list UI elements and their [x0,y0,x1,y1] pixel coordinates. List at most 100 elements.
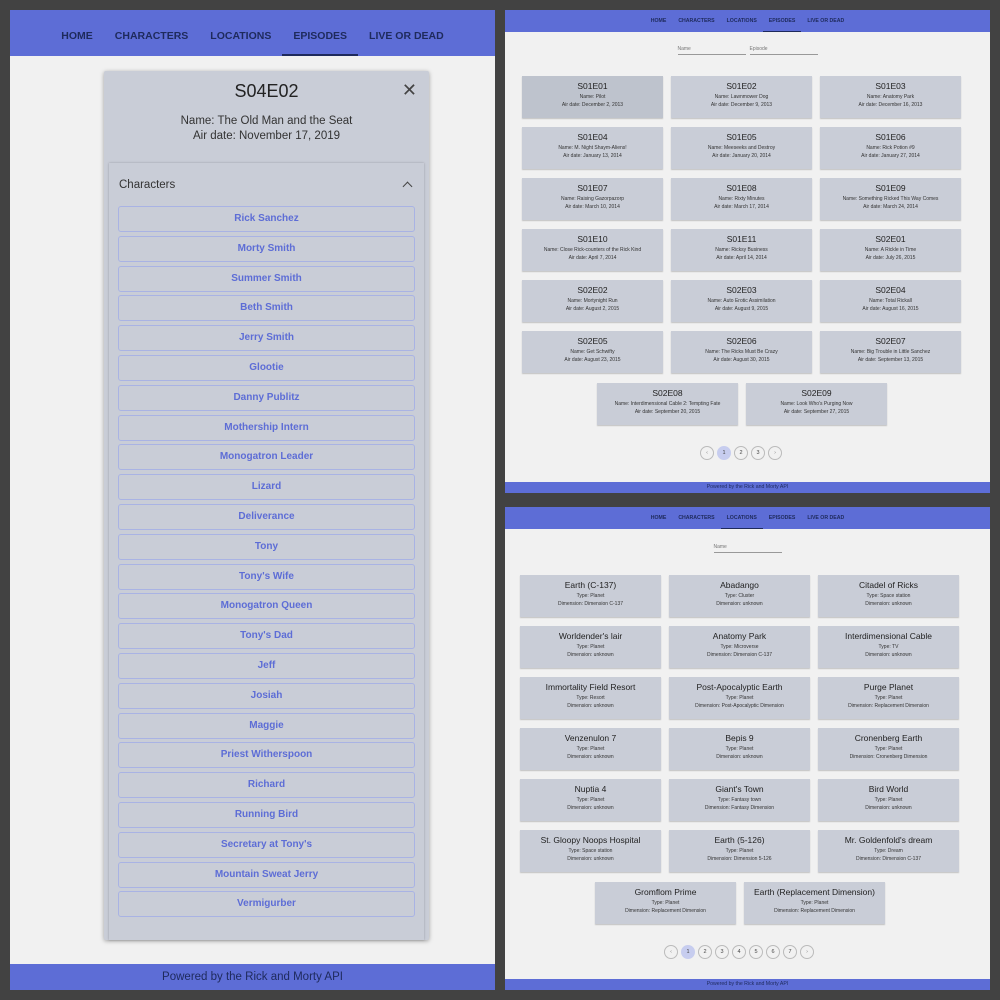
page-button[interactable]: 4 [732,945,746,959]
page-button[interactable]: 3 [751,446,765,460]
location-card[interactable]: St. Gloopy Noops Hospital Type: Space sta… [520,830,661,872]
location-card[interactable]: Earth (5-126) Type: Planet Dimension: Dime… [669,830,810,872]
episode-card[interactable]: S01E01 Name: Pilot Air date: December 2, 2… [522,76,663,118]
episode-card[interactable]: S02E06 Name: The Ricks Must Be Crazy Air d… [671,331,812,373]
location-card[interactable]: Citadel of Ricks Type: Space station Dimen… [818,575,959,617]
episode-card[interactable]: S02E01 Name: A Rickle in Time Air date: Ju… [820,229,961,271]
character-button[interactable]: Priest Witherspoon [118,742,415,769]
character-button[interactable]: Running Bird [118,801,415,828]
nav-characters[interactable]: CHARACTERS [104,16,200,56]
location-card[interactable]: Gromflom Prime Type: Planet Dimension: Rep… [595,882,736,924]
episode-card[interactable]: S02E07 Name: Big Trouble in Little Sanche… [820,331,961,373]
close-icon[interactable]: ✕ [402,81,417,99]
character-button[interactable]: Glootie [118,354,415,381]
episode-card[interactable]: S02E03 Name: Auto Erotic Assimilation Air … [671,280,812,322]
location-card[interactable]: Worldender's lair Type: Planet Dimension: … [520,626,661,668]
prev-page-button[interactable]: ‹ [664,945,678,959]
episode-card[interactable]: S01E03 Name: Anatomy Park Air date: Decemb… [820,76,961,118]
page-button[interactable]: 1 [681,945,695,959]
nav-episodes[interactable]: EPISODES [282,16,359,56]
character-button[interactable]: Josiah [118,682,415,709]
location-card[interactable]: Venzenulon 7 Type: Planet Dimension: unkno… [520,728,661,770]
character-button[interactable]: Rick Sanchez [118,206,415,232]
nav-live-or-dead[interactable]: LIVE OR DEAD [801,13,850,32]
next-page-button[interactable]: › [800,945,814,959]
location-card[interactable]: Giant's Town Type: Fantasy town Dimension:… [669,779,810,821]
episode-card[interactable]: S01E07 Name: Raising Gazorpazorp Air date:… [522,178,663,220]
nav-locations[interactable]: LOCATIONS [199,16,282,56]
location-card[interactable]: Post-Apocalyptic Earth Type: Planet Dimens… [669,677,810,719]
page-button[interactable]: 2 [734,446,748,460]
location-card[interactable]: Mr. Goldenfold's dream Type: Dream Dimensi… [818,830,959,872]
page-button[interactable]: 7 [783,945,797,959]
location-card[interactable]: Interdimensional Cable Type: TV Dimension:… [818,626,959,668]
nav-home[interactable]: HOME [50,16,104,56]
character-button[interactable]: Lizard [118,474,415,501]
location-card[interactable]: Earth (Replacement Dimension) Type: Plane… [744,882,885,924]
episode-card[interactable]: S01E02 Name: Lawnmower Dog Air date: Decem… [671,76,812,118]
card-title: Worldender's lair [558,631,623,641]
nav-locations[interactable]: LOCATIONS [720,510,763,529]
episode-card[interactable]: S01E10 Name: Close Rick-counters of the R… [522,229,663,271]
episode-card[interactable]: S01E09 Name: Something Ricked This Way Co… [820,178,961,220]
page-button[interactable]: 3 [715,945,729,959]
page-button[interactable]: 5 [749,945,763,959]
character-button[interactable]: Beth Smith [118,295,415,322]
location-card[interactable]: Immortality Field Resort Type: Resort Dime… [520,677,661,719]
character-button[interactable]: Danny Publitz [118,384,415,411]
character-button[interactable]: Deliverance [118,503,415,530]
location-card[interactable]: Bepis 9 Type: Planet Dimension: unknown [669,728,810,770]
character-button[interactable]: Mothership Intern [118,414,415,441]
card-line: Dimension: Dimension C-137 [855,856,922,862]
character-button[interactable]: Tony [118,533,415,560]
episode-card[interactable]: S02E02 Name: Mortynight Run Air date: Augu… [522,280,663,322]
episode-filter-input[interactable]: Episode [749,46,818,55]
nav-home[interactable]: HOME [645,13,673,32]
character-button[interactable]: Vermigurber [118,891,415,918]
character-button[interactable]: Tony's Dad [118,623,415,650]
nav-characters[interactable]: CHARACTERS [672,13,720,32]
nav-episodes[interactable]: EPISODES [762,13,802,32]
location-card[interactable]: Earth (C-137) Type: Planet Dimension: Dime… [520,575,661,617]
page-button[interactable]: 1 [717,446,731,460]
prev-page-button[interactable]: ‹ [700,446,714,460]
page-button[interactable]: 6 [766,945,780,959]
character-button[interactable]: Morty Smith [118,235,415,262]
nav-live-or-dead[interactable]: LIVE OR DEAD [358,16,455,56]
character-button[interactable]: Jeff [118,652,415,679]
nav-locations[interactable]: LOCATIONS [721,13,763,32]
accordion-header[interactable]: Characters [109,163,424,206]
nav-home[interactable]: HOME [645,510,673,529]
episode-card[interactable]: S01E08 Name: Rixty Minutes Air date: March… [671,178,812,220]
episode-card[interactable]: S02E05 Name: Get Schwifty Air date: August… [522,331,663,373]
name-filter-input[interactable]: Name [713,544,782,553]
location-card[interactable]: Anatomy Park Type: Microverse Dimension: D… [669,626,810,668]
nav-characters[interactable]: CHARACTERS [672,510,720,529]
location-card[interactable]: Cronenberg Earth Type: Planet Dimension: C… [818,728,959,770]
character-button[interactable]: Monogatron Queen [118,593,415,620]
episode-card[interactable]: S02E09 Name: Look Who's Purging Now Air da… [746,383,887,425]
character-button[interactable]: Maggie [118,712,415,739]
episode-card[interactable]: S01E05 Name: Meeseeks and Destroy Air date… [671,127,812,169]
episode-card[interactable]: S02E08 Name: Interdimensional Cable 2: Te… [597,383,738,425]
character-button[interactable]: Summer Smith [118,265,415,292]
nav-live-or-dead[interactable]: LIVE OR DEAD [801,510,850,529]
character-button[interactable]: Tony's Wife [118,563,415,590]
location-card[interactable]: Nuptia 4 Type: Planet Dimension: unknown [520,779,661,821]
location-card[interactable]: Bird World Type: Planet Dimension: unknown [818,779,959,821]
character-button[interactable]: Richard [118,772,415,799]
episode-card[interactable]: S01E06 Name: Rick Potion #9 Air date: Janu… [820,127,961,169]
next-page-button[interactable]: › [768,446,782,460]
character-button[interactable]: Jerry Smith [118,325,415,352]
location-card[interactable]: Abadango Type: Cluster Dimension: unknown [669,575,810,617]
nav-episodes[interactable]: EPISODES [763,510,802,529]
character-button[interactable]: Secretary at Tony's [118,831,415,858]
character-button[interactable]: Monogatron Leader [118,444,415,471]
page-button[interactable]: 2 [698,945,712,959]
location-card[interactable]: Purge Planet Type: Planet Dimension: Repla… [818,677,959,719]
episode-card[interactable]: S02E04 Name: Total Rickall Air date: Augus… [820,280,961,322]
episode-card[interactable]: S01E04 Name: M. Night Shaym-Aliens! Air da… [522,127,663,169]
name-filter-input[interactable]: Name [677,46,746,55]
character-button[interactable]: Mountain Sweat Jerry [118,861,415,888]
episode-card[interactable]: S01E11 Name: Ricksy Business Air date: Apr… [671,229,812,271]
